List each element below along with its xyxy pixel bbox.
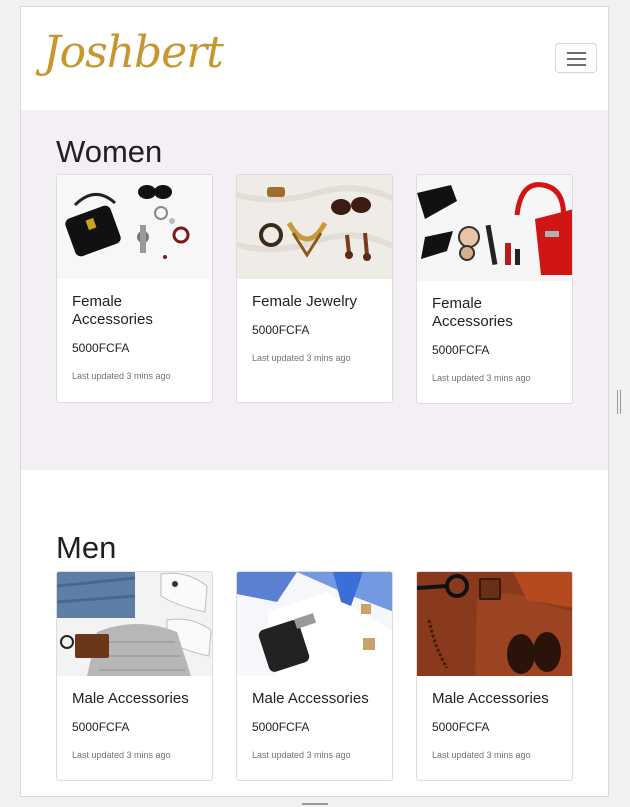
product-image (237, 572, 392, 676)
product-image (237, 175, 392, 279)
women-card-list: Female Accessories 5000FCFA Last updated… (56, 174, 574, 404)
product-image (417, 572, 572, 676)
last-updated-text: Last updated 3 mins ago (72, 750, 171, 760)
men-section: Men Male Accessories 5000FCFA Last updat… (21, 470, 608, 796)
brand-logo[interactable]: Joshbert (43, 25, 224, 81)
product-price: 5000FCFA (72, 341, 130, 355)
product-title[interactable]: Male Accessories (72, 690, 197, 708)
last-updated-text: Last updated 3 mins ago (252, 353, 351, 363)
men-card-list: Male Accessories 5000FCFA Last updated 3… (56, 571, 574, 796)
product-card[interactable]: Female Jewelry 5000FCFA Last updated 3 m… (236, 174, 393, 403)
resize-handle[interactable] (617, 390, 621, 414)
menu-toggle-button[interactable] (555, 43, 597, 73)
product-title[interactable]: Female Accessories (432, 295, 557, 331)
product-price: 5000FCFA (432, 720, 490, 734)
product-price: 5000FCFA (72, 720, 130, 734)
hamburger-icon (567, 52, 586, 54)
product-price: 5000FCFA (432, 343, 490, 357)
product-image (57, 175, 212, 279)
product-card[interactable]: Male Accessories 5000FCFA Last updated 3… (416, 571, 573, 781)
product-title[interactable]: Male Accessories (432, 690, 557, 708)
product-title[interactable]: Female Jewelry (252, 293, 377, 311)
last-updated-text: Last updated 3 mins ago (252, 750, 351, 760)
page-container: Joshbert Women Female Accessories 5000FC… (20, 6, 609, 797)
product-title[interactable]: Male Accessories (252, 690, 377, 708)
last-updated-text: Last updated 3 mins ago (432, 750, 531, 760)
product-image (57, 572, 212, 676)
last-updated-text: Last updated 3 mins ago (432, 373, 531, 383)
product-card[interactable]: Male Accessories 5000FCFA Last updated 3… (236, 571, 393, 781)
section-title-men: Men (56, 530, 117, 565)
product-image (417, 175, 572, 281)
navbar: Joshbert (21, 7, 608, 110)
product-price: 5000FCFA (252, 720, 310, 734)
product-title[interactable]: Female Accessories (72, 293, 197, 329)
women-section: Women Female Accessories 5000FCFA Last u… (21, 110, 608, 470)
product-card[interactable]: Female Accessories 5000FCFA Last updated… (416, 174, 573, 404)
product-price: 5000FCFA (252, 323, 310, 337)
section-title-women: Women (56, 134, 163, 169)
product-card[interactable]: Female Accessories 5000FCFA Last updated… (56, 174, 213, 403)
product-card[interactable]: Male Accessories 5000FCFA Last updated 3… (56, 571, 213, 781)
last-updated-text: Last updated 3 mins ago (72, 371, 171, 381)
bottom-drag-handle[interactable] (302, 803, 328, 805)
